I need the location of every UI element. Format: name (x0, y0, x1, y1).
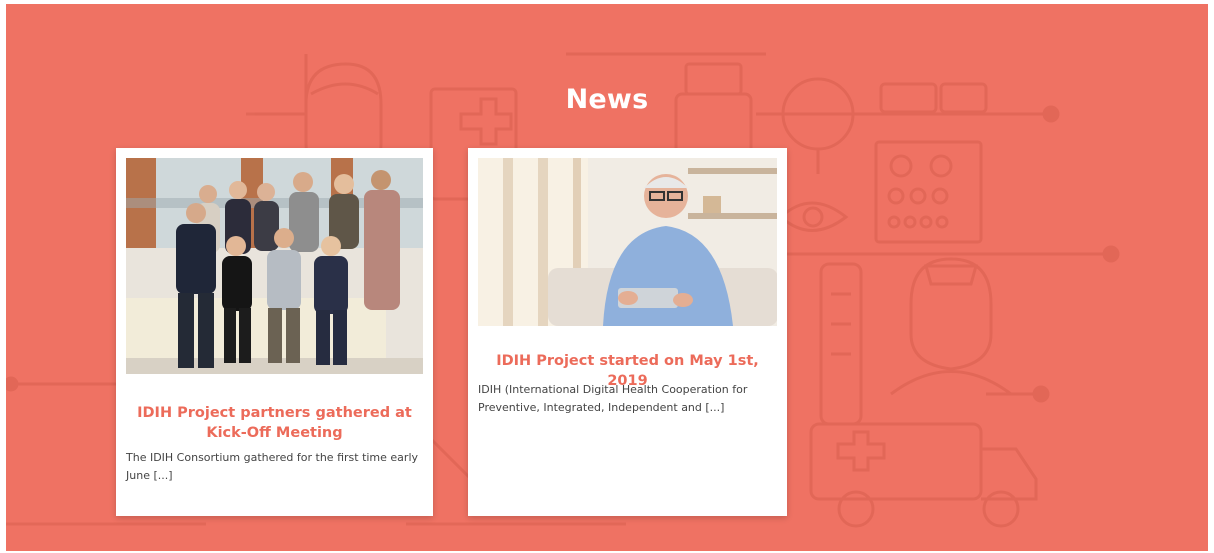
eye-chart-icon (874, 140, 983, 244)
news-card-image[interactable] (478, 158, 777, 326)
nurse-icon (890, 257, 1012, 396)
section-title: News (565, 84, 649, 115)
news-card-title[interactable]: IDIH Project partners gathered at Kick-O… (126, 403, 423, 443)
thermometer-icon (819, 262, 863, 426)
ambulance-icon (809, 422, 1038, 528)
news-card[interactable]: IDIH Project partners gathered at Kick-O… (116, 148, 433, 516)
news-card-excerpt: IDIH (International Digital Health Coope… (478, 383, 748, 414)
eye-icon (778, 201, 849, 232)
news-card[interactable]: IDIH Project started on May 1st, 2019 ID… (468, 148, 787, 516)
news-section: News IDIH Project partners gathered at K… (6, 4, 1208, 551)
news-card-excerpt: The IDIH Consortium gathered for the fir… (126, 451, 419, 482)
news-card-image[interactable] (126, 158, 423, 374)
